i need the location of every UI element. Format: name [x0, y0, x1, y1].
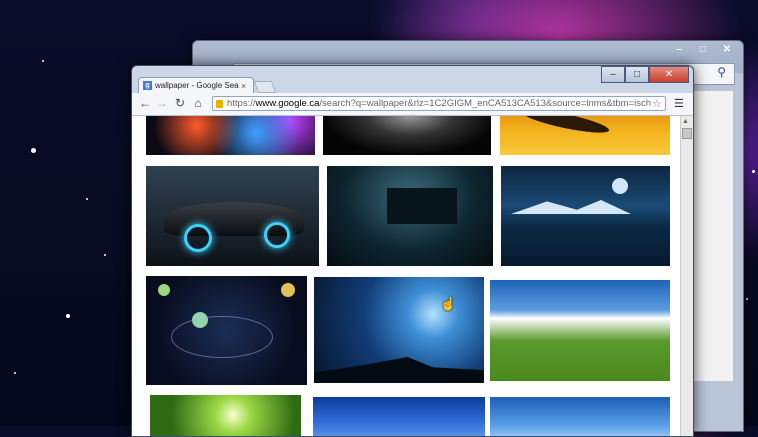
toolbar: ← → ↻ ⌂ https://www.google.ca/search?q=w…	[132, 93, 693, 116]
url-host: www.google.ca	[255, 98, 320, 109]
google-favicon-icon: g	[143, 81, 152, 90]
result-image-planets-space[interactable]	[146, 276, 307, 385]
tab-wallpaper[interactable]: g wallpaper - Google Search ×	[138, 77, 254, 93]
background-window-controls: – □ ✕	[667, 41, 739, 57]
home-icon[interactable]: ⌂	[191, 96, 205, 110]
result-image-forest-sun[interactable]	[150, 395, 301, 436]
background-window-content	[693, 91, 733, 381]
forward-arrow-icon[interactable]: →	[155, 96, 169, 110]
scroll-up-icon[interactable]: ▲	[682, 118, 689, 125]
tab-title: wallpaper - Google Search	[155, 81, 239, 90]
result-image-white-wolf-dark[interactable]	[323, 116, 491, 155]
url-path: /search?q=wallpaper&rlz=1C2GIGM_enCA513C…	[319, 98, 652, 109]
back-arrow-icon[interactable]: ←	[138, 96, 152, 110]
hand-cursor-icon: ☝	[440, 296, 457, 311]
close-button[interactable]: ✕	[649, 66, 689, 83]
page-scrollbar[interactable]	[680, 116, 693, 436]
search-icon[interactable]: ⚲	[717, 65, 726, 79]
reload-icon[interactable]: ↻	[173, 96, 187, 110]
result-image-moon-lake[interactable]	[501, 166, 670, 266]
result-image-blue-sky[interactable]	[313, 397, 485, 436]
url-scheme: https://	[227, 98, 256, 109]
result-image-tropical-palms[interactable]	[490, 397, 670, 436]
maximize-button[interactable]: □	[691, 41, 715, 58]
result-image-wolf-moon[interactable]	[314, 277, 484, 383]
tab-close-icon[interactable]: ×	[241, 81, 246, 91]
result-image-smoke-swirl[interactable]	[146, 116, 315, 155]
scrollbar-thumb[interactable]	[682, 128, 692, 139]
menu-icon[interactable]: ☰	[674, 97, 684, 110]
bookmark-star-icon[interactable]: ☆	[652, 97, 662, 110]
window-controls: – □ ✕	[601, 66, 689, 83]
browser-window[interactable]: g wallpaper - Google Search × – □ ✕ ← → …	[131, 65, 694, 437]
image-results: ☝	[132, 116, 680, 436]
result-image-dark-castle[interactable]	[327, 166, 493, 266]
result-image-palm-sunset[interactable]	[500, 116, 670, 155]
new-tab-button[interactable]	[253, 81, 277, 93]
address-bar[interactable]: https://www.google.ca/search?q=wallpaper…	[212, 96, 666, 111]
lock-icon	[216, 99, 223, 108]
result-image-green-valley[interactable]	[490, 280, 670, 381]
close-button[interactable]: ✕	[715, 41, 739, 58]
maximize-button[interactable]: □	[625, 66, 649, 83]
result-image-lamborghini-blue[interactable]	[146, 166, 319, 266]
minimize-button[interactable]: –	[667, 41, 691, 58]
minimize-button[interactable]: –	[601, 66, 625, 83]
